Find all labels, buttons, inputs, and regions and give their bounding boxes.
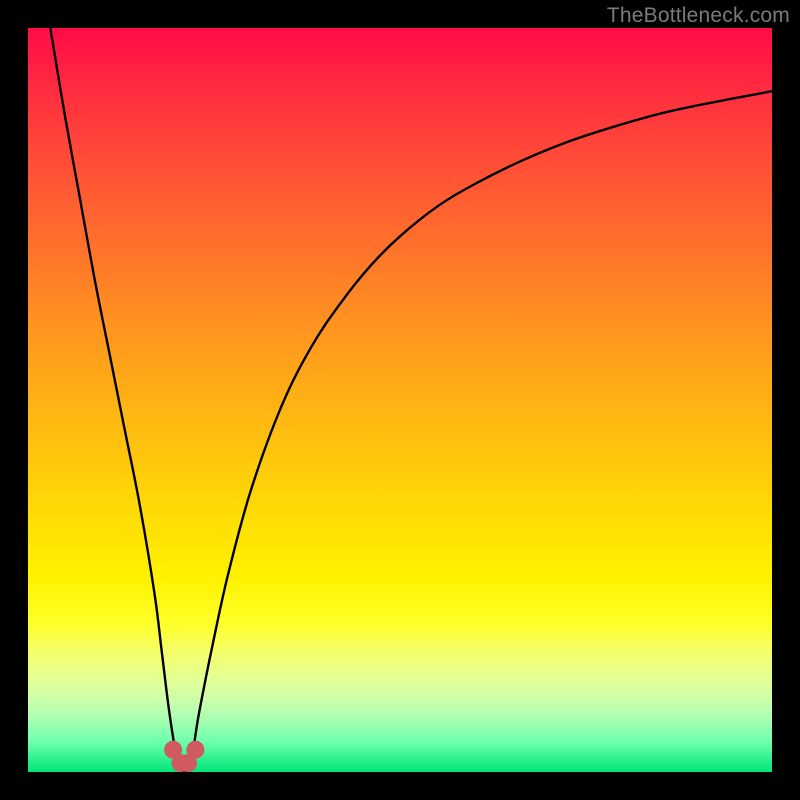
watermark-text: TheBottleneck.com: [607, 4, 790, 28]
curve-marker: [186, 741, 204, 759]
chart-frame: TheBottleneck.com: [0, 0, 800, 800]
curve-markers: [164, 741, 204, 772]
plot-area: [28, 28, 772, 772]
bottleneck-curve: [50, 28, 772, 772]
chart-svg: [28, 28, 772, 772]
